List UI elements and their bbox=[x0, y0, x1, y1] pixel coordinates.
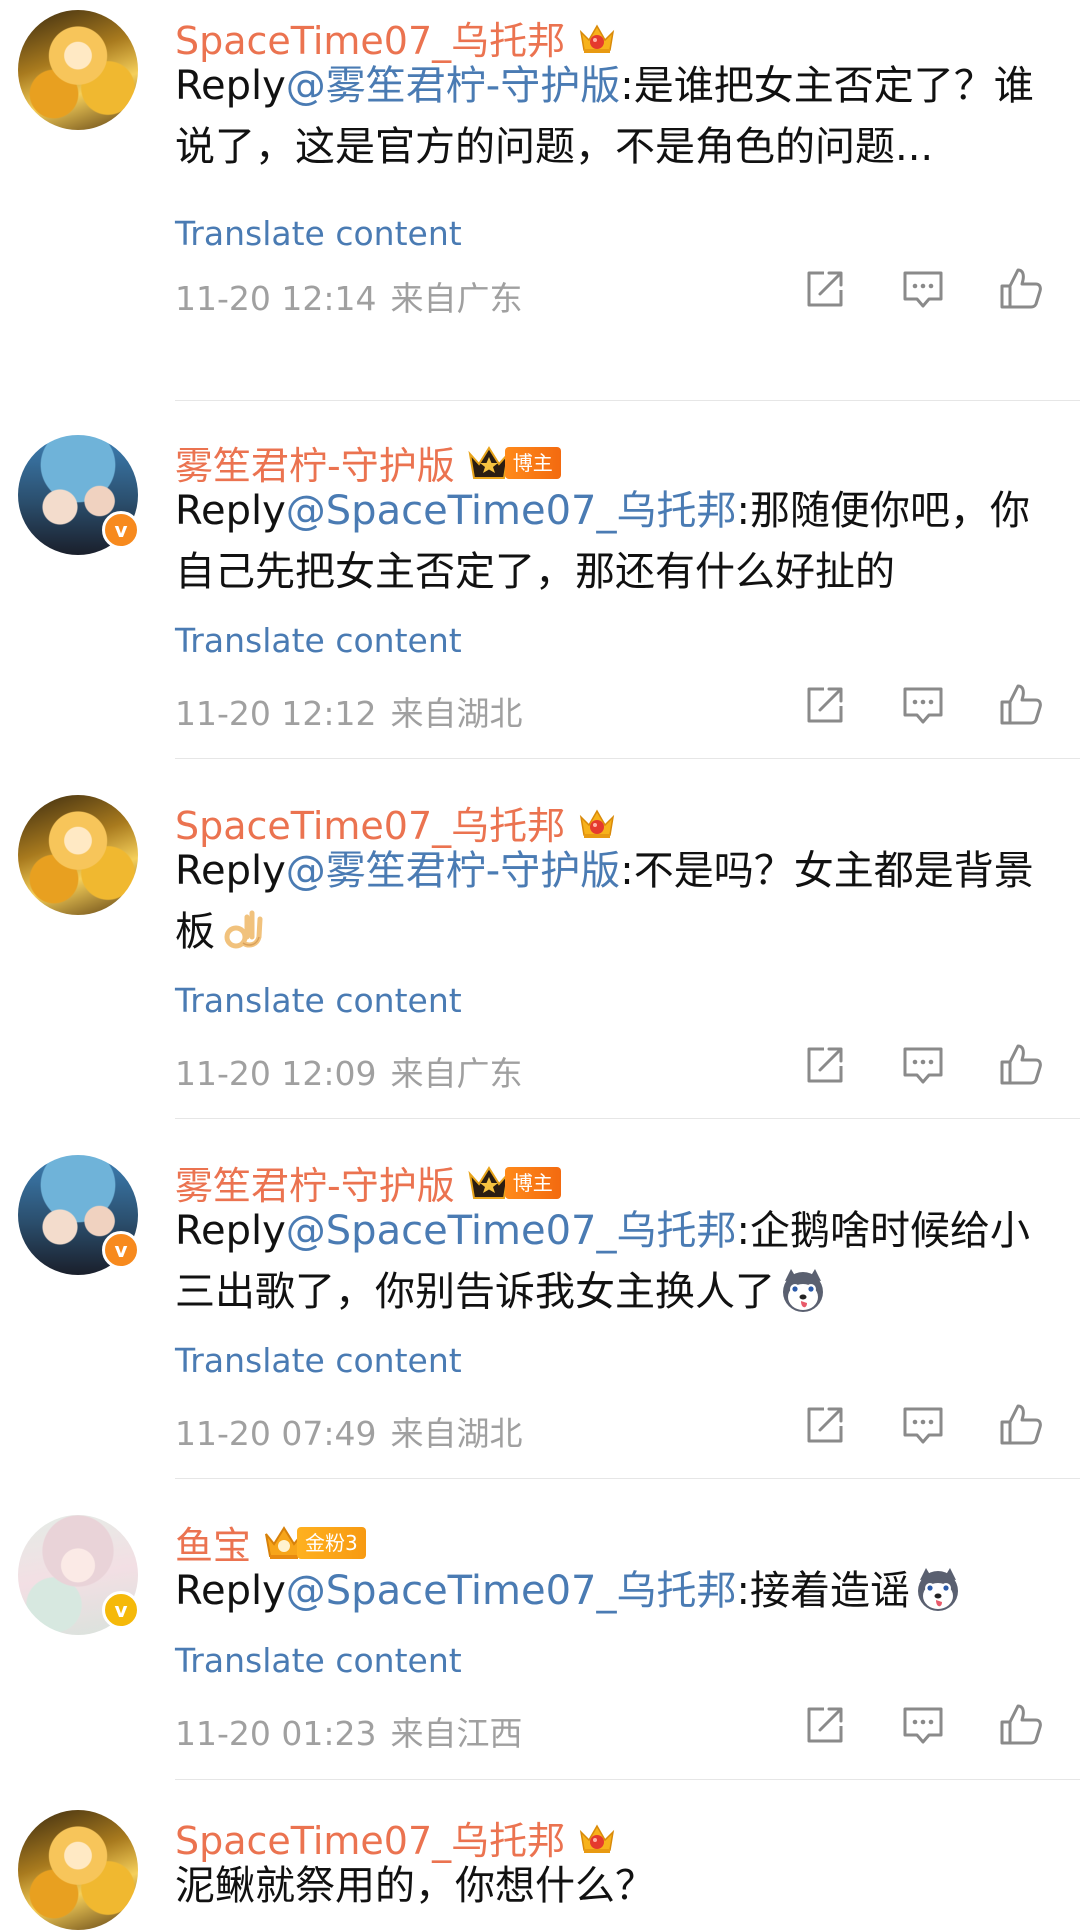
mention-link[interactable]: @SpaceTime07_乌托邦 bbox=[286, 488, 737, 534]
husky-emoji-icon bbox=[914, 1566, 962, 1614]
like-icon[interactable] bbox=[998, 682, 1044, 728]
avatar-image bbox=[18, 795, 138, 915]
translate-link[interactable]: Translate content bbox=[175, 1341, 462, 1380]
avatar[interactable] bbox=[18, 795, 138, 915]
comment-actions bbox=[802, 1702, 1044, 1748]
share-icon[interactable] bbox=[802, 266, 848, 312]
divider bbox=[175, 400, 1080, 401]
comment-location: 来自湖北 bbox=[390, 694, 523, 733]
share-icon[interactable] bbox=[802, 1042, 848, 1088]
comment-date: 11-20 12:14 bbox=[175, 279, 377, 318]
comment-location: 来自江西 bbox=[390, 1714, 523, 1753]
comment-text: Reply@雾笙君柠-守护版:不是吗？女主都是背景板 bbox=[175, 841, 1055, 963]
share-icon[interactable] bbox=[802, 1402, 848, 1448]
comment-text: Reply@雾笙君柠-守护版:是谁把女主否定了？谁说了，这是官方的问题，不是角色… bbox=[175, 56, 1055, 178]
comment-location: 来自湖北 bbox=[390, 1414, 523, 1453]
comment-text: Reply@SpaceTime07_乌托邦:那随便你吧，你自己先把女主否定了，那… bbox=[175, 481, 1055, 603]
verified-badge-icon: v bbox=[102, 1591, 140, 1629]
comment-meta: 11-20 01:23 来自江西 bbox=[175, 1707, 522, 1755]
comment-actions bbox=[802, 1402, 1044, 1448]
comment-date: 11-20 01:23 bbox=[175, 1714, 377, 1753]
mention-link[interactable]: @雾笙君柠-守护版 bbox=[286, 63, 620, 109]
divider bbox=[175, 1779, 1080, 1780]
share-icon[interactable] bbox=[802, 682, 848, 728]
verified-badge-icon: v bbox=[102, 511, 140, 549]
translate-link[interactable]: Translate content bbox=[175, 981, 462, 1020]
divider bbox=[175, 1118, 1080, 1119]
divider bbox=[175, 1478, 1080, 1479]
crown-gem-icon[interactable] bbox=[577, 803, 617, 843]
avatar-image bbox=[18, 1810, 138, 1930]
like-icon[interactable] bbox=[998, 1702, 1044, 1748]
reply-prefix: Reply bbox=[175, 848, 286, 894]
translate-link[interactable]: Translate content bbox=[175, 621, 462, 660]
divider bbox=[175, 758, 1080, 759]
crown-gem-icon[interactable] bbox=[577, 18, 617, 58]
comment-body: 泥鳅就祭用的，你想什么？ bbox=[175, 1863, 655, 1909]
translate-link[interactable]: Translate content bbox=[175, 214, 462, 253]
avatar[interactable] bbox=[18, 10, 138, 130]
blogger-label: 博主 bbox=[504, 1166, 561, 1199]
comment-icon[interactable] bbox=[900, 1702, 946, 1748]
avatar[interactable] bbox=[18, 1810, 138, 1930]
comment-meta: 11-20 12:14 来自广东 bbox=[175, 272, 522, 320]
comment-date: 11-20 12:09 bbox=[175, 1054, 377, 1093]
like-icon[interactable] bbox=[998, 266, 1044, 312]
avatar-image bbox=[18, 10, 138, 130]
crown-gem-icon[interactable] bbox=[577, 1818, 617, 1858]
comment-actions bbox=[802, 266, 1044, 312]
share-icon[interactable] bbox=[802, 1702, 848, 1748]
comment-text: 泥鳅就祭用的，你想什么？ bbox=[175, 1856, 1055, 1917]
blogger-label: 博主 bbox=[504, 446, 561, 479]
mention-link[interactable]: @SpaceTime07_乌托邦 bbox=[286, 1208, 737, 1254]
reply-prefix: Reply bbox=[175, 1208, 286, 1254]
comment-meta: 11-20 12:09 来自广东 bbox=[175, 1047, 522, 1095]
comment-body: :接着造谣 bbox=[736, 1568, 910, 1614]
avatar[interactable]: v bbox=[18, 1155, 140, 1275]
mention-link[interactable]: @SpaceTime07_乌托邦 bbox=[286, 1568, 737, 1614]
comment-text: Reply@SpaceTime07_乌托邦:接着造谣 bbox=[175, 1561, 1055, 1622]
reply-prefix: Reply bbox=[175, 1568, 286, 1614]
comment-actions bbox=[802, 682, 1044, 728]
mention-link[interactable]: @雾笙君柠-守护版 bbox=[286, 848, 620, 894]
comment-icon[interactable] bbox=[900, 266, 946, 312]
comment-date: 11-20 12:12 bbox=[175, 694, 377, 733]
comment-location: 来自广东 bbox=[390, 279, 523, 318]
fan-badge[interactable]: 金粉3 bbox=[263, 1525, 366, 1561]
blogger-badge[interactable]: 博主 bbox=[467, 1166, 561, 1200]
comment-date: 11-20 07:49 bbox=[175, 1414, 377, 1453]
comment-meta: 11-20 07:49 来自湖北 bbox=[175, 1407, 522, 1455]
comment-actions bbox=[802, 1042, 1044, 1088]
translate-link[interactable]: Translate content bbox=[175, 1641, 462, 1680]
comment-text: Reply@SpaceTime07_乌托邦:企鹅啥时候给小三出歌了，你别告诉我女… bbox=[175, 1201, 1055, 1323]
comment-icon[interactable] bbox=[900, 1042, 946, 1088]
verified-badge-icon: v bbox=[102, 1231, 140, 1269]
comment-meta: 11-20 12:12 来自湖北 bbox=[175, 687, 522, 735]
comment-icon[interactable] bbox=[900, 1402, 946, 1448]
comment-icon[interactable] bbox=[900, 682, 946, 728]
blogger-badge[interactable]: 博主 bbox=[467, 446, 561, 480]
avatar[interactable]: v bbox=[18, 1515, 140, 1635]
reply-prefix: Reply bbox=[175, 488, 286, 534]
avatar[interactable]: v bbox=[18, 435, 140, 555]
like-icon[interactable] bbox=[998, 1402, 1044, 1448]
comment-location: 来自广东 bbox=[390, 1054, 523, 1093]
like-icon[interactable] bbox=[998, 1042, 1044, 1088]
ok-hand-emoji-icon bbox=[219, 907, 267, 955]
reply-prefix: Reply bbox=[175, 63, 286, 109]
husky-emoji-icon bbox=[779, 1267, 827, 1315]
fan-label: 金粉3 bbox=[297, 1526, 366, 1559]
